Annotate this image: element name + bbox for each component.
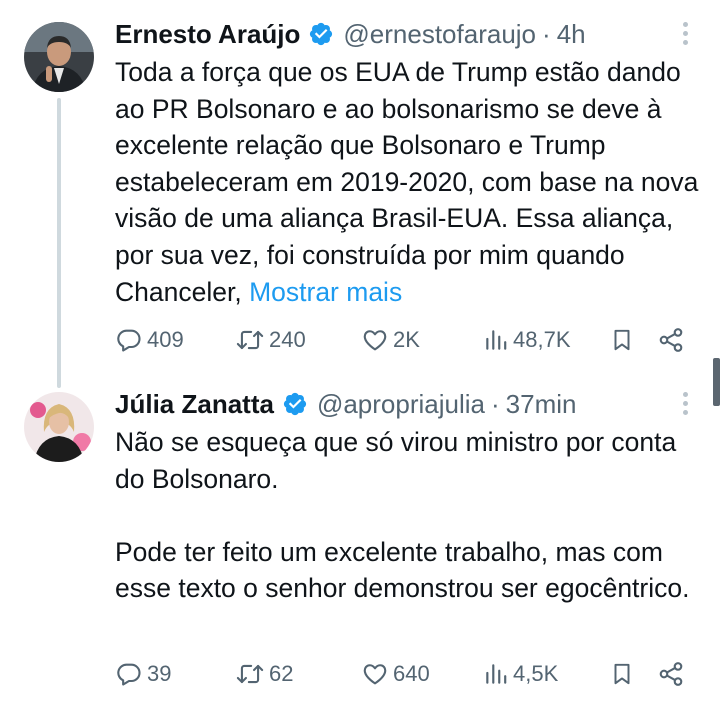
retweet-count: 62 — [269, 661, 294, 686]
retweet-icon — [235, 660, 265, 688]
tweet-text-content: Não se esqueça que só virou ministro por… — [115, 427, 690, 604]
share-icon — [657, 326, 685, 354]
scrollbar-thumb[interactable] — [713, 358, 720, 406]
retweet-button[interactable]: 240 — [235, 320, 306, 360]
more-options-icon[interactable] — [680, 22, 690, 50]
tweet-julia[interactable]: Júlia Zanatta @apropriajulia · 37min Não… — [0, 370, 720, 702]
tweet-ernesto[interactable]: Ernesto Araújo @ernestofaraujo · 4h Toda… — [0, 0, 720, 388]
views-button[interactable]: 4,5K — [483, 654, 558, 694]
reply-count: 409 — [147, 327, 184, 352]
share-button[interactable] — [657, 320, 685, 360]
author-handle[interactable]: @apropriajulia — [317, 389, 485, 420]
views-count: 48,7K — [513, 327, 571, 352]
views-count: 4,5K — [513, 661, 559, 686]
retweet-icon — [235, 326, 265, 354]
author-avatar[interactable] — [24, 392, 94, 462]
like-count: 640 — [393, 661, 430, 686]
thread-connector-line — [57, 98, 61, 388]
tweet-header: Júlia Zanatta @apropriajulia · 37min — [115, 382, 576, 426]
views-icon — [483, 660, 509, 688]
share-icon — [657, 660, 685, 688]
like-count: 2K — [393, 327, 420, 352]
tweet-text: Toda a força que os EUA de Trump estão d… — [115, 54, 705, 310]
tweet-timestamp[interactable]: 4h — [557, 19, 586, 50]
author-avatar[interactable] — [24, 22, 94, 92]
retweet-count: 240 — [269, 327, 306, 352]
more-options-icon[interactable] — [680, 392, 690, 420]
retweet-button[interactable]: 62 — [235, 654, 293, 694]
heart-icon — [361, 326, 389, 354]
separator-dot: · — [490, 388, 500, 419]
bookmark-button[interactable] — [609, 320, 635, 360]
reply-button[interactable]: 39 — [115, 654, 171, 694]
reply-count: 39 — [147, 661, 172, 686]
show-more-link[interactable]: Mostrar mais — [249, 277, 402, 307]
separator-dot: · — [542, 18, 551, 49]
action-bar: 39 62 640 4,5K — [115, 654, 705, 694]
share-button[interactable] — [657, 654, 685, 694]
views-icon — [483, 326, 509, 354]
bookmark-icon — [609, 326, 635, 354]
heart-icon — [361, 660, 389, 688]
tweet-timestamp[interactable]: 37min — [506, 389, 577, 420]
author-name[interactable]: Ernesto Araújo — [115, 19, 300, 50]
tweet-text: Não se esqueça que só virou ministro por… — [115, 424, 705, 607]
bookmark-icon — [609, 660, 635, 688]
reply-button[interactable]: 409 — [115, 320, 184, 360]
verified-badge-icon — [282, 391, 308, 417]
bookmark-button[interactable] — [609, 654, 635, 694]
action-bar: 409 240 2K 48,7K — [115, 320, 705, 360]
author-name[interactable]: Júlia Zanatta — [115, 389, 274, 420]
tweet-text-content: Toda a força que os EUA de Trump estão d… — [115, 57, 706, 307]
reply-icon — [115, 660, 143, 688]
like-button[interactable]: 640 — [361, 654, 430, 694]
verified-badge-icon — [308, 21, 334, 47]
views-button[interactable]: 48,7K — [483, 320, 571, 360]
author-handle[interactable]: @ernestofaraujo — [343, 19, 536, 50]
like-button[interactable]: 2K — [361, 320, 420, 360]
tweet-header: Ernesto Araújo @ernestofaraujo · 4h — [115, 12, 586, 56]
reply-icon — [115, 326, 143, 354]
